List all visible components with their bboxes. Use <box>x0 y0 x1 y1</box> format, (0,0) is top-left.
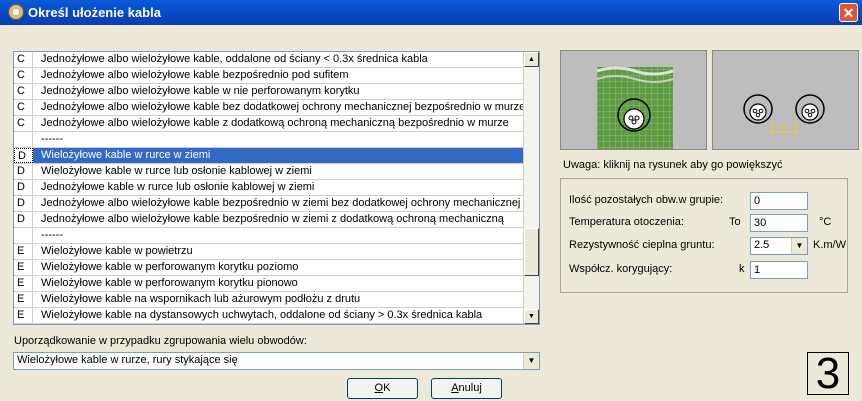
step-number: 3 <box>807 352 849 396</box>
list-item[interactable]: D Jednożyłowe albo wielożyłowe kable bezp… <box>14 212 526 228</box>
list-item[interactable]: E Wielożyłowe kable w powietrzu <box>14 244 526 260</box>
ok-accesskey: O <box>374 382 384 394</box>
app-icon <box>8 4 24 20</box>
cable-laying-list[interactable]: C Jednożyłowe albo wielożyłowe kable, odd… <box>13 51 540 325</box>
list-item-code: E <box>14 308 33 323</box>
list-item-description: Wielożyłowe kable w rurce w ziemi <box>41 149 211 161</box>
grouping-label: Uporządkowanie w przypadku zgrupowania w… <box>14 335 307 347</box>
circuits-label: Ilość pozostałych obw.w grupie: <box>569 194 724 206</box>
list-item-description: Jednożyłowe albo wielożyłowe kable w nie… <box>41 85 360 97</box>
list-item[interactable]: E Wielożyłowe kable na dystansowych uchwy… <box>14 308 526 324</box>
grouping-value: Wielożyłowe kable w rurze, rury stykając… <box>17 354 238 366</box>
title-bar: Określ ułożenie kabla ✕ <box>0 0 862 25</box>
list-item-code: D <box>14 212 33 227</box>
list-item-code: E <box>14 292 33 307</box>
list-item[interactable]: ------ <box>14 132 526 148</box>
list-item-code: E <box>14 260 33 275</box>
list-item[interactable]: C Jednożyłowe albo wielożyłowe kable w ni… <box>14 84 526 100</box>
list-scrollbar[interactable]: ▲ ▼ <box>523 52 539 324</box>
list-item[interactable]: D Jednożyłowe albo wielożyłowe kable bezp… <box>14 196 526 212</box>
temperature-label: Temperatura otoczenia: <box>569 216 684 228</box>
dimension-label: a <box>781 122 786 131</box>
list-item-description: Jednożyłowe albo wielożyłowe kable, odda… <box>41 53 428 65</box>
resistivity-unit: K.m/W <box>813 239 846 251</box>
list-item-code: C <box>14 52 33 67</box>
list-item-code: C <box>14 100 33 115</box>
list-item[interactable]: C Jednożyłowe albo wielożyłowe kable bezp… <box>14 68 526 84</box>
scroll-down-button[interactable]: ▼ <box>524 309 539 324</box>
temperature-input[interactable]: 30 <box>750 214 808 232</box>
list-item-description: Jednożyłowe kable w rurce lub osłonie ka… <box>41 181 315 193</box>
list-item-description: Wielożyłowe kable w perforowanym korytku… <box>41 277 298 289</box>
list-item-code: E <box>14 244 33 259</box>
chevron-down-icon: ▼ <box>527 356 536 365</box>
list-item[interactable]: C Jednożyłowe albo wielożyłowe kable bez … <box>14 100 526 116</box>
list-item-description: Wielożyłowe kable na dystansowych uchwyt… <box>41 309 483 321</box>
resistivity-value: 2.5 <box>754 239 770 251</box>
list-item[interactable]: E Wielożyłowe kable w perforowanym korytk… <box>14 260 526 276</box>
layout-image-spacing[interactable]: a <box>712 50 859 150</box>
ok-label: K <box>383 382 391 394</box>
grouping-dropdown-button[interactable]: ▼ <box>523 353 539 369</box>
resistivity-select[interactable]: 2.5 ▼ <box>750 237 808 255</box>
coefficient-symbol: k <box>739 263 745 275</box>
list-item-code: C <box>14 68 33 83</box>
grouping-select[interactable]: Wielożyłowe kable w rurze, rury stykając… <box>13 352 540 370</box>
chevron-down-icon: ▼ <box>795 241 804 250</box>
conduit-in-soil-illustration <box>596 66 674 149</box>
list-item-description: ------ <box>41 133 63 145</box>
resistivity-dropdown-button[interactable]: ▼ <box>791 238 807 254</box>
resistivity-label: Rezystywność cieplna gruntu: <box>569 239 715 251</box>
list-item-description: Wielożyłowe kable w powietrzu <box>41 245 193 257</box>
list-item[interactable]: D Wielożyłowe kable w rurce w ziemi <box>14 148 526 164</box>
image-hint: Uwaga: kliknij na rysunek aby go powięks… <box>563 159 783 171</box>
list-item-description: Jednożyłowe albo wielożyłowe kable bez d… <box>41 101 526 113</box>
list-item-code: C <box>14 116 33 131</box>
spacing-illustration: a <box>743 94 825 135</box>
list-item-code <box>14 228 33 243</box>
list-item-code: D <box>14 148 33 163</box>
list-item-code: D <box>14 164 33 179</box>
arrow-down-icon: ▼ <box>528 313 535 320</box>
parameters-group: Ilość pozostałych obw.w grupie: 0 Temper… <box>560 178 848 293</box>
list-item[interactable]: C Jednożyłowe albo wielożyłowe kable, odd… <box>14 52 526 68</box>
close-icon: ✕ <box>842 5 855 21</box>
list-item-description: ------ <box>41 229 63 241</box>
ok-button[interactable]: OK <box>347 378 418 399</box>
window-title: Określ ułożenie kabla <box>28 5 161 20</box>
list-item[interactable]: ------ <box>14 228 526 244</box>
list-item-description: Wielożyłowe kable na wspornikach lub ażu… <box>41 293 361 305</box>
list-item-description: Wielożyłowe kable w rurce lub osłonie ka… <box>41 165 312 177</box>
list-item-code: D <box>14 196 33 211</box>
list-item-description: Jednożyłowe albo wielożyłowe kable z dod… <box>41 117 509 129</box>
list-item-description: Jednożyłowe albo wielożyłowe kable bezpo… <box>41 69 349 81</box>
cancel-button[interactable]: Anuluj <box>431 378 502 399</box>
scroll-up-button[interactable]: ▲ <box>524 52 539 67</box>
list-item-code: C <box>14 84 33 99</box>
list-item[interactable]: E Wielożyłowe kable na wspornikach lub aż… <box>14 292 526 308</box>
list-item-code: D <box>14 180 33 195</box>
list-item[interactable]: C Jednożyłowe albo wielożyłowe kable z do… <box>14 116 526 132</box>
layout-image-conduit[interactable] <box>560 50 707 150</box>
list-item-code <box>14 132 33 147</box>
list-item[interactable]: D Jednożyłowe kable w rurce lub osłonie k… <box>14 180 526 196</box>
arrow-up-icon: ▲ <box>528 56 535 63</box>
list-item-description: Jednożyłowe albo wielożyłowe kable bezpo… <box>41 213 504 225</box>
temperature-unit: °C <box>819 216 832 228</box>
coefficient-label: Współcz. korygujący: <box>569 263 673 275</box>
list-item-description: Wielożyłowe kable w perforowanym korytku… <box>41 261 299 273</box>
scroll-thumb[interactable] <box>524 228 539 276</box>
close-button[interactable]: ✕ <box>839 3 858 22</box>
list-item[interactable]: D Wielożyłowe kable w rurce lub osłonie k… <box>14 164 526 180</box>
cancel-label: nuluj <box>458 382 482 394</box>
list-item-description: Jednożyłowe albo wielożyłowe kable bezpo… <box>41 197 521 209</box>
circuits-input[interactable]: 0 <box>750 192 808 210</box>
list-item-code: E <box>14 276 33 291</box>
list-item[interactable]: E Wielożyłowe kable w perforowanym korytk… <box>14 276 526 292</box>
temperature-symbol: To <box>729 216 741 228</box>
cancel-accesskey: A <box>451 382 459 394</box>
coefficient-input[interactable]: 1 <box>750 261 808 279</box>
